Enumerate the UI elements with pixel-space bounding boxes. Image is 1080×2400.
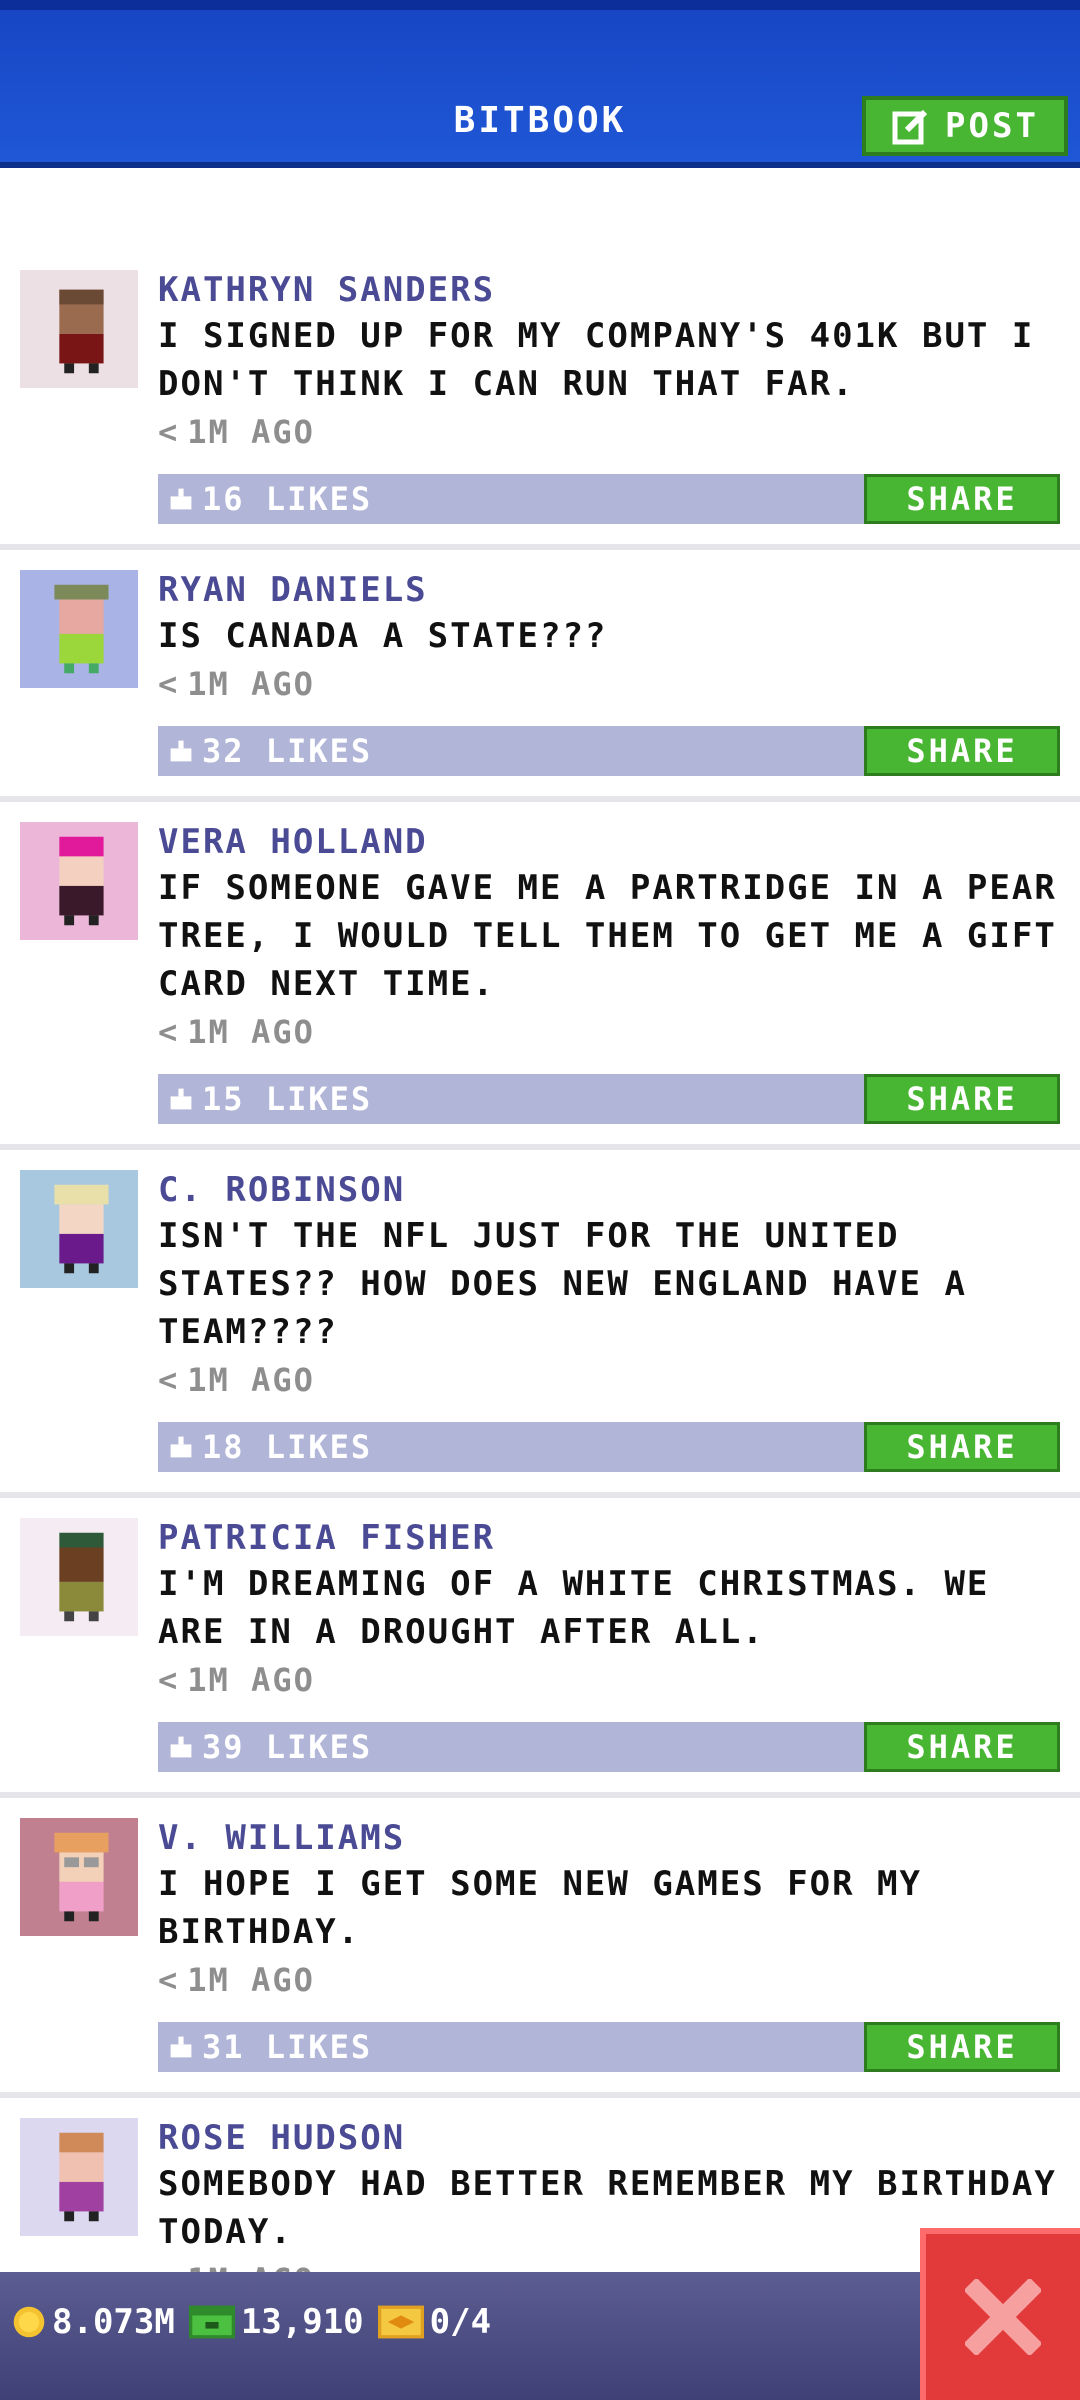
- thumbs-up-icon[interactable]: [168, 1734, 194, 1760]
- avatar[interactable]: [20, 1518, 138, 1636]
- likes-count: 32 LIKES: [202, 732, 373, 770]
- likes-count: 31 LIKES: [202, 2028, 373, 2066]
- post-text: ISN'T THE NFL JUST FOR THE UNITED STATES…: [158, 1216, 967, 1352]
- post-author[interactable]: VERA HOLLAND: [158, 820, 1060, 864]
- post-text: I HOPE I GET SOME NEW GAMES FOR MY BIRTH…: [158, 1864, 922, 1952]
- thumbs-up-icon[interactable]: [168, 486, 194, 512]
- post-time: 1M AGO: [187, 1013, 315, 1051]
- status-bar: 8.073M 13,910 0/4: [0, 2272, 1080, 2400]
- post-author[interactable]: RYAN DANIELS: [158, 568, 1060, 612]
- avatar[interactable]: [20, 1818, 138, 1936]
- feed-post: C. ROBINSON ISN'T THE NFL JUST FOR THE U…: [0, 1150, 1080, 1498]
- thumbs-up-icon[interactable]: [168, 738, 194, 764]
- likes-bar: 16 LIKES SHARE: [158, 474, 1060, 524]
- likes-count: 18 LIKES: [202, 1428, 373, 1466]
- share-button[interactable]: SHARE: [864, 474, 1060, 524]
- likes-bar: 18 LIKES SHARE: [158, 1422, 1060, 1472]
- likes-bar: 15 LIKES SHARE: [158, 1074, 1060, 1124]
- close-button[interactable]: [920, 2228, 1080, 2400]
- bux-icon: [188, 2305, 235, 2339]
- close-icon: [965, 2279, 1041, 2355]
- share-button[interactable]: SHARE: [864, 1722, 1060, 1772]
- likes-bar: 32 LIKES SHARE: [158, 726, 1060, 776]
- bux-count: 13,910: [240, 2302, 364, 2342]
- tickets-count: 0/4: [429, 2302, 492, 2342]
- post-text: IS CANADA A STATE???: [158, 616, 608, 656]
- share-button[interactable]: SHARE: [864, 726, 1060, 776]
- post-author[interactable]: C. ROBINSON: [158, 1168, 1060, 1212]
- feed-post: VERA HOLLAND IF SOMEONE GAVE ME A PARTRI…: [0, 802, 1080, 1150]
- ticket-icon: [377, 2305, 424, 2339]
- post-time: 1M AGO: [187, 413, 315, 451]
- post-text: I'M DREAMING OF A WHITE CHRISTMAS. WE AR…: [158, 1564, 990, 1652]
- avatar[interactable]: [20, 822, 138, 940]
- feed-post: RYAN DANIELS IS CANADA A STATE??? <1M AG…: [0, 550, 1080, 802]
- edit-icon: [892, 109, 928, 145]
- post-time: 1M AGO: [187, 1361, 315, 1399]
- post-author[interactable]: ROSE HUDSON: [158, 2116, 1060, 2160]
- post-author[interactable]: V. WILLIAMS: [158, 1816, 1060, 1860]
- avatar[interactable]: [20, 2118, 138, 2236]
- coins-count: 8.073M: [52, 2302, 175, 2342]
- app-header: BITBOOK POST: [0, 0, 1080, 168]
- post-author[interactable]: PATRICIA FISHER: [158, 1516, 1060, 1560]
- coin-icon: [13, 2306, 45, 2338]
- feed-post: KATHRYN SANDERS I SIGNED UP FOR MY COMPA…: [0, 250, 1080, 550]
- feed-post: PATRICIA FISHER I'M DREAMING OF A WHITE …: [0, 1498, 1080, 1798]
- avatar[interactable]: [20, 1170, 138, 1288]
- likes-bar: 31 LIKES SHARE: [158, 2022, 1060, 2072]
- chevron-left-icon: <: [158, 413, 180, 451]
- chevron-left-icon: <: [158, 1961, 180, 1999]
- likes-count: 15 LIKES: [202, 1080, 373, 1118]
- likes-bar: 39 LIKES SHARE: [158, 1722, 1060, 1772]
- likes-count: 16 LIKES: [202, 480, 373, 518]
- post-time: 1M AGO: [187, 1661, 315, 1699]
- post-time: 1M AGO: [187, 1961, 315, 1999]
- feed: KATHRYN SANDERS I SIGNED UP FOR MY COMPA…: [0, 250, 1080, 2304]
- chevron-left-icon: <: [158, 1661, 180, 1699]
- avatar[interactable]: [20, 270, 138, 388]
- post-time: 1M AGO: [187, 665, 315, 703]
- thumbs-up-icon[interactable]: [168, 2034, 194, 2060]
- post-text: I SIGNED UP FOR MY COMPANY'S 401K BUT I …: [158, 316, 1035, 404]
- post-author[interactable]: KATHRYN SANDERS: [158, 268, 1060, 312]
- post-button-label: POST: [945, 106, 1039, 146]
- share-button[interactable]: SHARE: [864, 2022, 1060, 2072]
- likes-count: 39 LIKES: [202, 1728, 373, 1766]
- thumbs-up-icon[interactable]: [168, 1434, 194, 1460]
- thumbs-up-icon[interactable]: [168, 1086, 194, 1112]
- post-button[interactable]: POST: [862, 96, 1068, 156]
- post-text: IF SOMEONE GAVE ME A PARTRIDGE IN A PEAR…: [158, 868, 1057, 1004]
- feed-post: V. WILLIAMS I HOPE I GET SOME NEW GAMES …: [0, 1798, 1080, 2098]
- chevron-left-icon: <: [158, 665, 180, 703]
- avatar[interactable]: [20, 570, 138, 688]
- share-button[interactable]: SHARE: [864, 1422, 1060, 1472]
- chevron-left-icon: <: [158, 1361, 180, 1399]
- share-button[interactable]: SHARE: [864, 1074, 1060, 1124]
- chevron-left-icon: <: [158, 1013, 180, 1051]
